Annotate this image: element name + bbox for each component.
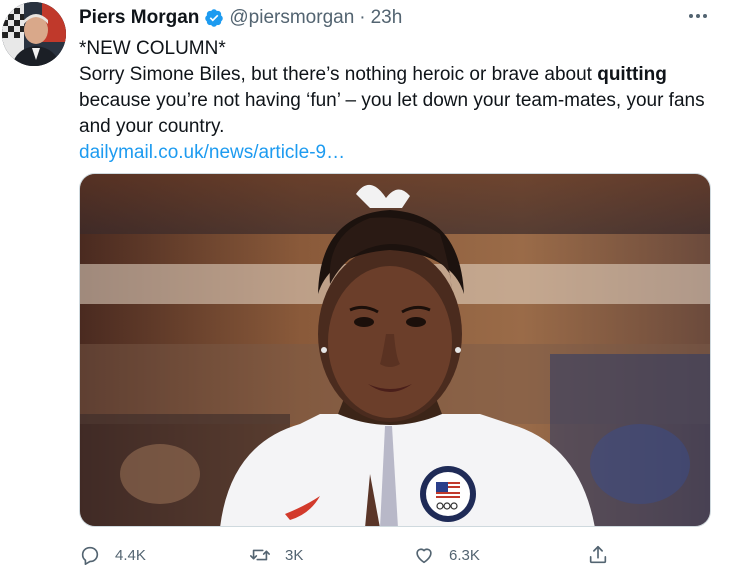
separator-dot: ·	[359, 7, 366, 28]
more-options-icon[interactable]	[683, 4, 713, 28]
tweet-text-bold: quitting	[597, 64, 667, 85]
verified-badge-icon	[204, 8, 224, 28]
author-avatar[interactable]	[2, 2, 66, 66]
like-count: 6.3K	[449, 546, 480, 564]
heart-icon	[416, 548, 432, 564]
retweet-icon	[250, 549, 270, 561]
retweet-button[interactable]: 3K	[249, 542, 303, 568]
tweet-text-line2: Sorry Simone Biles, but there’s nothing …	[79, 62, 719, 140]
tweet-text: *NEW COLUMN* Sorry Simone Biles, but the…	[79, 36, 719, 166]
article-link[interactable]: dailymail.co.uk/news/article-9…	[79, 142, 345, 163]
tweet-timestamp[interactable]: 23h	[371, 7, 403, 29]
author-handle[interactable]: @piersmorgan	[229, 7, 354, 29]
tweet-text-pre: Sorry Simone Biles, but there’s nothing …	[79, 64, 598, 85]
tweet-actions: 4.4K 3K 6.3K	[79, 542, 639, 568]
tweet-text-post: because you’re not having ‘fun’ – you le…	[79, 90, 705, 137]
tweet-text-line1: *NEW COLUMN*	[79, 38, 226, 59]
tweet-header: Piers Morgan @piersmorgan · 23h	[79, 6, 402, 30]
share-button[interactable]	[587, 542, 609, 568]
author-name[interactable]: Piers Morgan	[79, 7, 199, 29]
like-button[interactable]: 6.3K	[413, 542, 480, 568]
tweet-card[interactable]: Piers Morgan @piersmorgan · 23h *NEW COL…	[0, 0, 737, 578]
reply-count: 4.4K	[115, 546, 146, 564]
reply-button[interactable]: 4.4K	[79, 542, 146, 568]
retweet-count: 3K	[285, 546, 304, 564]
share-icon	[589, 545, 607, 564]
tweet-media-photo[interactable]	[79, 173, 711, 527]
reply-icon	[81, 546, 99, 565]
